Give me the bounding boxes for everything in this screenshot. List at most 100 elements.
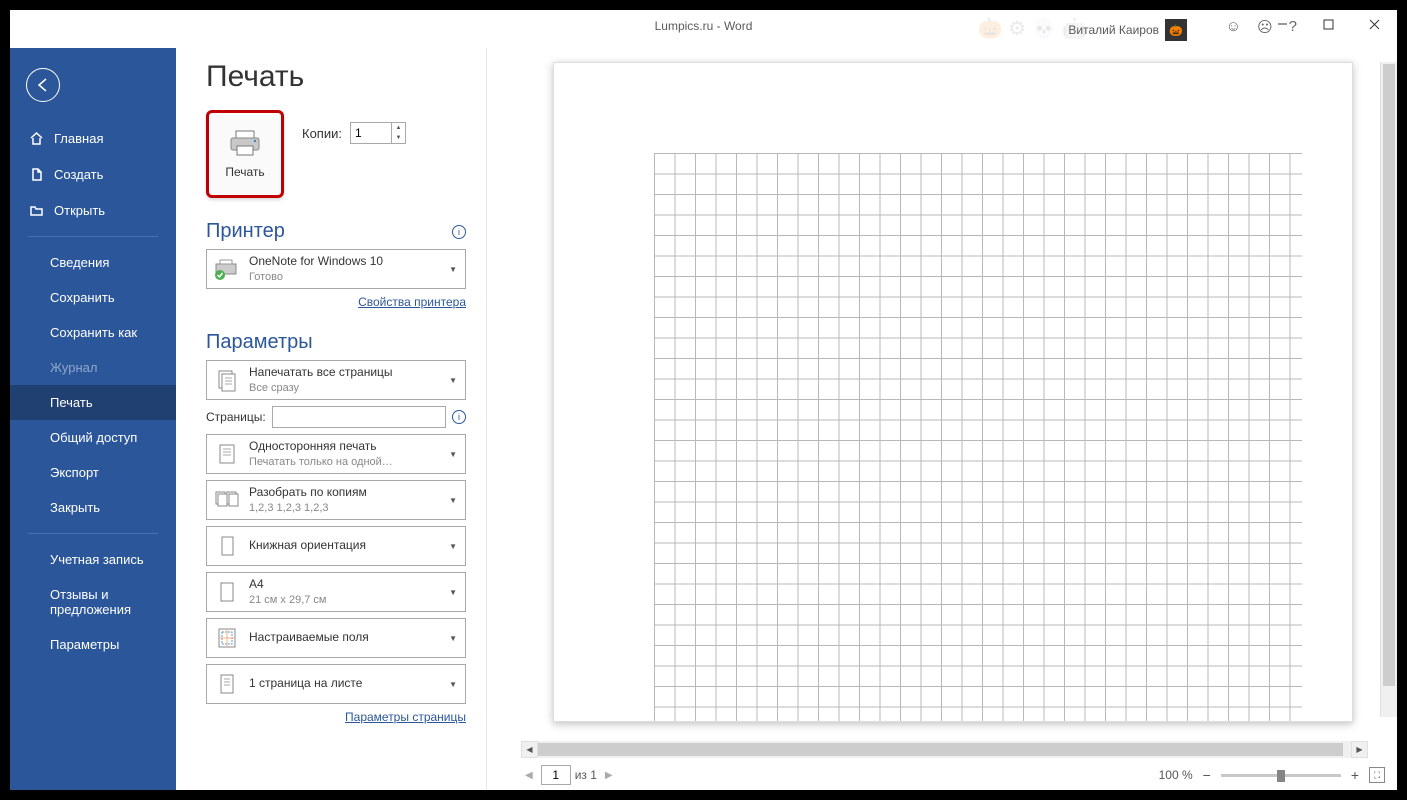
pages-input[interactable] [272, 406, 446, 428]
info-icon[interactable]: i [452, 410, 466, 424]
spinner-up[interactable]: ▲ [392, 123, 405, 133]
sidebar-item-saveas[interactable]: Сохранить как [10, 315, 176, 350]
print-range-dropdown[interactable]: Напечатать все страницыВсе сразу ▼ [206, 360, 466, 400]
pages-per-sheet-dropdown[interactable]: 1 страница на листе ▼ [206, 664, 466, 704]
sidebar-item-history[interactable]: Журнал [10, 350, 176, 385]
sidebar-item-feedback[interactable]: Отзывы ипредложения [10, 577, 176, 627]
printer-name: OneNote for Windows 10 [249, 254, 439, 270]
printer-properties-link[interactable]: Свойства принтера [358, 295, 466, 309]
print-button[interactable]: Печать [206, 110, 284, 198]
sidebar-label: Журнал [50, 360, 97, 375]
sidebar-item-open[interactable]: Открыть [10, 192, 176, 228]
chevron-down-icon: ▼ [447, 542, 459, 551]
pages-icon [213, 366, 241, 394]
sidebar-item-account[interactable]: Учетная запись [10, 542, 176, 577]
page-total-label: из 1 [575, 768, 597, 782]
sidebar-item-close[interactable]: Закрыть [10, 490, 176, 525]
user-name: Виталий Каиров [1068, 23, 1159, 37]
sidebar-item-export[interactable]: Экспорт [10, 455, 176, 490]
avatar: 🎃 [1165, 19, 1187, 41]
dd-sub: 1,2,3 1,2,3 1,2,3 [249, 501, 439, 515]
maximize-button[interactable] [1305, 10, 1351, 38]
close-button[interactable] [1351, 10, 1397, 38]
margins-dropdown[interactable]: Настраиваемые поля ▼ [206, 618, 466, 658]
user-account[interactable]: Виталий Каиров 🎃 [1068, 19, 1187, 41]
dd-sub: Все сразу [249, 381, 439, 395]
chevron-down-icon: ▼ [447, 680, 459, 689]
dd-sub: Печатать только на одной… [249, 455, 439, 469]
minimize-button[interactable] [1259, 10, 1305, 38]
sidebar-item-save[interactable]: Сохранить [10, 280, 176, 315]
scroll-right-button[interactable]: ▶ [1351, 741, 1368, 758]
settings-header: Параметры [206, 331, 313, 354]
title-bar: 🎃 ⚙ 💀 🤖 Lumpics.ru - Word Виталий Каиров… [10, 10, 1397, 48]
chevron-down-icon: ▼ [447, 450, 459, 459]
sidebar-label: Сохранить как [50, 325, 137, 340]
page-setup-link[interactable]: Параметры страницы [345, 710, 466, 724]
printer-ready-icon [213, 255, 241, 283]
document-icon [28, 166, 44, 182]
paper-size-dropdown[interactable]: A421 см x 29,7 см ▼ [206, 572, 466, 612]
smile-icon[interactable]: ☺ [1226, 18, 1241, 36]
sidebar-label: Открыть [54, 203, 105, 218]
dd-title: Односторонняя печать [249, 439, 439, 455]
sidebar-label: Отзывы и [50, 587, 109, 602]
sidebar-label: Экспорт [50, 465, 99, 480]
zoom-slider[interactable] [1221, 774, 1341, 777]
duplex-dropdown[interactable]: Односторонняя печатьПечатать только на о… [206, 434, 466, 474]
chevron-down-icon: ▼ [447, 634, 459, 643]
folder-icon [28, 202, 44, 218]
one-page-icon [213, 670, 241, 698]
sidebar-label: Закрыть [50, 500, 100, 515]
copies-input[interactable] [351, 124, 389, 142]
portrait-icon [213, 532, 241, 560]
paper-icon [213, 578, 241, 606]
zoom-in-button[interactable]: + [1349, 767, 1361, 783]
sidebar-item-share[interactable]: Общий доступ [10, 420, 176, 455]
prev-page-button[interactable]: ◀ [521, 768, 537, 783]
dd-title: Разобрать по копиям [249, 485, 439, 501]
info-icon[interactable]: i [452, 225, 466, 239]
orientation-dropdown[interactable]: Книжная ориентация ▼ [206, 526, 466, 566]
scroll-left-button[interactable]: ◀ [521, 741, 538, 758]
sidebar-label: Сохранить [50, 290, 115, 305]
chevron-down-icon: ▼ [447, 588, 459, 597]
fit-page-button[interactable]: ⛶ [1369, 767, 1385, 783]
spinner-down[interactable]: ▼ [392, 133, 405, 143]
back-button[interactable] [26, 68, 60, 102]
preview-viewport[interactable] [487, 48, 1397, 741]
next-page-button[interactable]: ▶ [601, 768, 617, 783]
sidebar-item-home[interactable]: Главная [10, 120, 176, 156]
chevron-down-icon: ▼ [447, 376, 459, 385]
sidebar-item-info[interactable]: Сведения [10, 245, 176, 280]
print-settings-column: Печать Печать Копии: ▲▼ Принтерi OneNote [176, 48, 486, 790]
copies-spinner[interactable]: ▲▼ [350, 122, 406, 144]
printer-status: Готово [249, 270, 439, 284]
print-button-label: Печать [225, 165, 264, 179]
dd-sub: 21 см x 29,7 см [249, 593, 439, 607]
sidebar-label: Главная [54, 131, 103, 146]
dd-title: Напечатать все страницы [249, 365, 439, 381]
one-side-icon [213, 440, 241, 468]
chevron-down-icon: ▼ [447, 265, 459, 274]
printer-dropdown[interactable]: OneNote for Windows 10Готово ▼ [206, 249, 466, 289]
backstage-sidebar: Главная Создать Открыть Сведения Сохрани… [10, 48, 176, 790]
horizontal-scrollbar[interactable]: ◀ ▶ [521, 741, 1368, 758]
dd-title: Настраиваемые поля [249, 630, 439, 646]
sidebar-item-options[interactable]: Параметры [10, 627, 176, 662]
preview-footer: ◀ из 1 ▶ 100 % − + ⛶ [487, 760, 1397, 790]
collate-dropdown[interactable]: Разобрать по копиям1,2,3 1,2,3 1,2,3 ▼ [206, 480, 466, 520]
sidebar-label: Печать [50, 395, 93, 410]
page-number-input[interactable] [541, 765, 571, 785]
sidebar-item-create[interactable]: Создать [10, 156, 176, 192]
dd-title: Книжная ориентация [249, 538, 439, 554]
margins-icon [213, 624, 241, 652]
pages-label: Страницы: [206, 410, 266, 424]
window-controls [1259, 10, 1397, 38]
app-window: 🎃 ⚙ 💀 🤖 Lumpics.ru - Word Виталий Каиров… [10, 10, 1397, 790]
sidebar-item-print[interactable]: Печать [10, 385, 176, 420]
vertical-scrollbar[interactable] [1380, 62, 1397, 717]
zoom-out-button[interactable]: − [1201, 767, 1213, 783]
zoom-label: 100 % [1159, 768, 1193, 782]
sidebar-label: Создать [54, 167, 103, 182]
